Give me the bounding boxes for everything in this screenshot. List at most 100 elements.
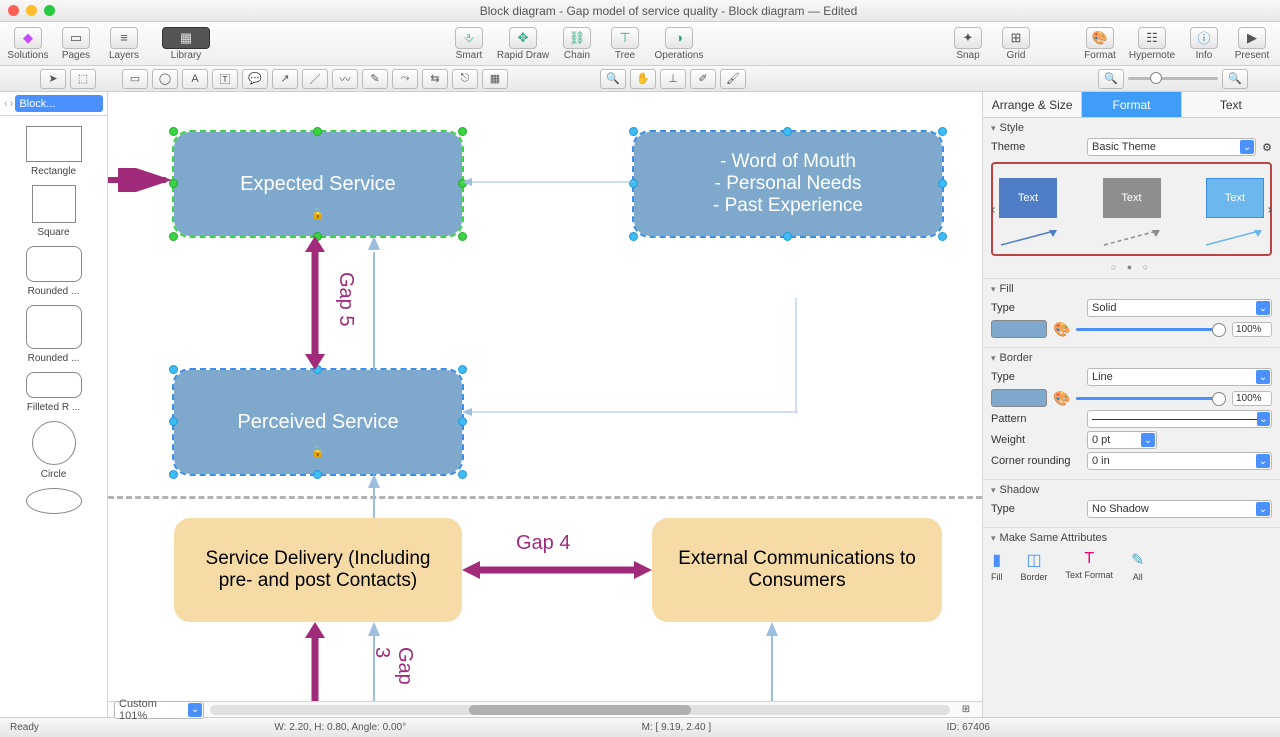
toolbar-present[interactable]: ▶Present bbox=[1230, 27, 1274, 61]
make-border[interactable]: ◫Border bbox=[1021, 550, 1048, 582]
tool-hand[interactable]: ✋ bbox=[630, 69, 656, 89]
toolbar-operations[interactable]: ◑Operations bbox=[651, 27, 707, 61]
toolbar-snap[interactable]: ✦Snap bbox=[946, 27, 990, 61]
make-fill[interactable]: ▮Fill bbox=[991, 550, 1003, 582]
gear-icon[interactable]: ⚙ bbox=[1262, 141, 1272, 154]
page-dots[interactable]: ○ ● ○ bbox=[991, 262, 1272, 272]
fill-opacity-slider[interactable] bbox=[1076, 328, 1226, 331]
tool-callout[interactable]: 💬 bbox=[242, 69, 268, 89]
toolbar-tree[interactable]: ⊤Tree bbox=[603, 27, 647, 61]
tool-arrow[interactable]: ↗ bbox=[272, 69, 298, 89]
zoom-select[interactable]: Custom 101% bbox=[114, 701, 204, 719]
shapeset-dropdown[interactable]: Block... bbox=[15, 95, 103, 112]
shape-ellipse[interactable] bbox=[26, 488, 82, 518]
arrow-bottom-up bbox=[366, 622, 382, 701]
toolbar-layers[interactable]: ≡Layers bbox=[102, 27, 146, 61]
tool-ellipse[interactable]: ◯ bbox=[152, 69, 178, 89]
section-shadow[interactable]: Shadow bbox=[991, 484, 1272, 496]
tab-arrange[interactable]: Arrange & Size bbox=[983, 92, 1082, 117]
toolbar-format[interactable]: 🎨Format bbox=[1078, 27, 1122, 61]
block-external-comm[interactable]: External Communications to Consumers bbox=[652, 518, 942, 622]
lineprev-3[interactable] bbox=[1204, 228, 1264, 248]
block-expected-service[interactable]: Expected Service 🔒 bbox=[174, 132, 462, 236]
border-corner[interactable]: 0 in bbox=[1087, 452, 1272, 470]
lineprev-2[interactable] bbox=[1102, 228, 1162, 248]
tool-rect[interactable]: ▭ bbox=[122, 69, 148, 89]
tool-magnify[interactable]: 🔍 bbox=[600, 69, 626, 89]
tab-format[interactable]: Format bbox=[1082, 92, 1181, 117]
tool-brush[interactable]: 🖌 bbox=[720, 69, 746, 89]
window-controls[interactable] bbox=[8, 5, 55, 16]
tool-pen[interactable]: ✎ bbox=[362, 69, 388, 89]
toolbar-library[interactable]: ▦Library bbox=[164, 27, 208, 61]
zoom-in[interactable]: 🔍 bbox=[1222, 69, 1248, 89]
border-opacity-slider[interactable] bbox=[1076, 397, 1226, 400]
toolbar-smart[interactable]: ⎀Smart bbox=[447, 27, 491, 61]
toolbar-hypernote[interactable]: ☷Hypernote bbox=[1126, 27, 1178, 61]
toolbar-rapiddraw[interactable]: ✥Rapid Draw bbox=[495, 27, 551, 61]
toolbar-solutions[interactable]: ◆Solutions bbox=[6, 27, 50, 61]
block-service-delivery[interactable]: Service Delivery (Including pre- and pos… bbox=[174, 518, 462, 622]
tool-table[interactable]: ▦ bbox=[482, 69, 508, 89]
section-style[interactable]: Style bbox=[991, 122, 1272, 134]
theme-3[interactable]: Text bbox=[1206, 178, 1264, 218]
border-pattern[interactable] bbox=[1087, 410, 1272, 428]
section-fill[interactable]: Fill bbox=[991, 283, 1272, 295]
theme-select[interactable]: Basic Theme bbox=[1087, 138, 1256, 156]
arrow-bottom-up-2 bbox=[764, 622, 780, 701]
border-color[interactable] bbox=[991, 389, 1047, 407]
colorwheel-icon[interactable]: 🎨 bbox=[1053, 321, 1070, 338]
tool-bezier[interactable]: ⤳ bbox=[392, 69, 418, 89]
section-makeattr[interactable]: Make Same Attributes bbox=[991, 532, 1272, 544]
tool-eyedrop[interactable]: ✐ bbox=[690, 69, 716, 89]
status-mouse: M: [ 9.19, 2.40 ] bbox=[642, 722, 711, 733]
theme-next[interactable]: › bbox=[1268, 202, 1272, 217]
back-icon[interactable]: ‹ bbox=[4, 98, 8, 110]
tab-text[interactable]: Text bbox=[1182, 92, 1280, 117]
fill-type[interactable]: Solid bbox=[1087, 299, 1272, 317]
zoom-slider[interactable] bbox=[1128, 77, 1218, 80]
block-perceived-service[interactable]: Perceived Service 🔒 bbox=[174, 370, 462, 474]
section-border[interactable]: Border bbox=[991, 352, 1272, 364]
lineprev-1[interactable] bbox=[999, 228, 1059, 248]
shape-square[interactable]: Square bbox=[32, 185, 76, 238]
tool-lasso[interactable]: ⬚ bbox=[70, 69, 96, 89]
toolbar-grid[interactable]: ⊞Grid bbox=[994, 27, 1038, 61]
canvas[interactable]: Expected Service 🔒 - Word of Mouth - Per… bbox=[108, 92, 982, 717]
shape-circle[interactable]: Circle bbox=[32, 421, 76, 480]
toolbar-chain[interactable]: ⛓Chain bbox=[555, 27, 599, 61]
tool-connector[interactable]: ⇆ bbox=[422, 69, 448, 89]
fill-color[interactable] bbox=[991, 320, 1047, 338]
toolbar-info[interactable]: ⓘInfo bbox=[1182, 27, 1226, 61]
theme-prev[interactable]: ‹ bbox=[991, 202, 995, 217]
coords-icon[interactable]: ⊞ bbox=[956, 704, 976, 715]
shape-rounded1[interactable]: Rounded ... bbox=[26, 246, 82, 297]
shape-rounded2[interactable]: Rounded ... bbox=[26, 305, 82, 364]
tool-curve[interactable]: 〰 bbox=[332, 69, 358, 89]
close-icon[interactable] bbox=[8, 5, 19, 16]
tool-smart[interactable]: ⎋ bbox=[452, 69, 478, 89]
border-weight[interactable]: 0 pt bbox=[1087, 431, 1157, 449]
zoom-icon[interactable] bbox=[44, 5, 55, 16]
tool-pointer[interactable]: ➤ bbox=[40, 69, 66, 89]
shape-rect[interactable]: Rectangle bbox=[26, 126, 82, 177]
minimize-icon[interactable] bbox=[26, 5, 37, 16]
tool-textbox[interactable]: 🅃 bbox=[212, 69, 238, 89]
tool-line[interactable]: ／ bbox=[302, 69, 328, 89]
shadow-type[interactable]: No Shadow bbox=[1087, 500, 1272, 518]
zoom-out[interactable]: 🔍 bbox=[1098, 69, 1124, 89]
theme-2[interactable]: Text bbox=[1103, 178, 1161, 218]
label-gap5: Gap 5 bbox=[334, 272, 357, 326]
make-all[interactable]: ✎All bbox=[1131, 550, 1144, 582]
theme-1[interactable]: Text bbox=[999, 178, 1057, 218]
fwd-icon[interactable]: › bbox=[10, 98, 14, 110]
shape-filleted[interactable]: Filleted R ... bbox=[26, 372, 82, 413]
colorwheel-icon[interactable]: 🎨 bbox=[1053, 390, 1070, 407]
border-type[interactable]: Line bbox=[1087, 368, 1272, 386]
toolbar-pages[interactable]: ▭Pages bbox=[54, 27, 98, 61]
tool-stamp[interactable]: ⊥ bbox=[660, 69, 686, 89]
hscrollbar[interactable] bbox=[210, 705, 950, 715]
make-textformat[interactable]: TText Format bbox=[1066, 550, 1114, 582]
tool-text[interactable]: A bbox=[182, 69, 208, 89]
block-wom[interactable]: - Word of Mouth - Personal Needs - Past … bbox=[634, 132, 942, 236]
